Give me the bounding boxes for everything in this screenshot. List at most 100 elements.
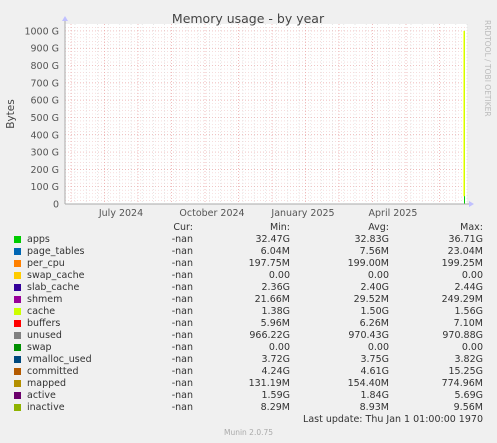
legend-row: mapped -nan 131.19M 154.40M 774.96M bbox=[0, 378, 497, 390]
legend-header-min: Min: bbox=[269, 222, 290, 233]
legend-header-max: Max: bbox=[460, 222, 483, 233]
legend-value-avg: 1.50G bbox=[360, 306, 389, 317]
legend-series-name: mapped bbox=[27, 378, 67, 389]
legend-value-avg: 8.93M bbox=[359, 402, 389, 413]
legend-value-avg: 1.84G bbox=[360, 390, 389, 401]
legend-value-cur: -nan bbox=[171, 318, 193, 329]
legend-row: shmem -nan 21.66M 29.52M 249.29M bbox=[0, 294, 497, 306]
legend-series-name: swap_cache bbox=[27, 270, 85, 281]
legend-value-avg: 970.43G bbox=[348, 330, 389, 341]
legend-value-min: 197.75M bbox=[248, 258, 290, 269]
legend-value-min: 32.47G bbox=[255, 234, 290, 245]
legend-series-name: vmalloc_used bbox=[27, 354, 92, 365]
legend-value-max: 0.00 bbox=[461, 270, 483, 281]
legend-row: inactive -nan 8.29M 8.93M 9.56M bbox=[0, 402, 497, 414]
legend-swatch bbox=[14, 356, 21, 363]
legend-row: apps -nan 32.47G 32.83G 36.71G bbox=[0, 234, 497, 246]
legend-swatch bbox=[14, 272, 21, 279]
legend-swatch bbox=[14, 320, 21, 327]
legend-series-name: swap bbox=[27, 342, 52, 353]
legend-row: active -nan 1.59G 1.84G 5.69G bbox=[0, 390, 497, 402]
legend-value-min: 21.66M bbox=[254, 294, 290, 305]
legend-row: unused -nan 966.22G 970.43G 970.88G bbox=[0, 330, 497, 342]
legend-swatch bbox=[14, 236, 21, 243]
legend-value-min: 0.00 bbox=[268, 342, 290, 353]
legend-row: cache -nan 1.38G 1.50G 1.56G bbox=[0, 306, 497, 318]
legend-row: committed -nan 4.24G 4.61G 15.25G bbox=[0, 366, 497, 378]
legend-series-name: unused bbox=[27, 330, 62, 341]
legend-swatch bbox=[14, 368, 21, 375]
legend-series-name: slab_cache bbox=[27, 282, 80, 293]
legend-value-avg: 32.83G bbox=[354, 234, 389, 245]
legend-value-cur: -nan bbox=[171, 246, 193, 257]
legend-swatch bbox=[14, 284, 21, 291]
legend-value-max: 199.25M bbox=[441, 258, 483, 269]
legend: Cur: Min: Avg: Max: apps -nan 32.47G 32.83G 36.7… bbox=[0, 0, 497, 443]
legend-value-cur: -nan bbox=[171, 234, 193, 245]
legend-value-max: 3.82G bbox=[454, 354, 483, 365]
legend-swatch bbox=[14, 296, 21, 303]
legend-series-name: buffers bbox=[27, 318, 61, 329]
legend-swatch bbox=[14, 380, 21, 387]
legend-value-min: 6.04M bbox=[260, 246, 290, 257]
legend-value-cur: -nan bbox=[171, 258, 193, 269]
legend-value-min: 2.36G bbox=[261, 282, 290, 293]
legend-value-min: 4.24G bbox=[261, 366, 290, 377]
legend-swatch bbox=[14, 332, 21, 339]
legend-series-name: cache bbox=[27, 306, 56, 317]
legend-value-cur: -nan bbox=[171, 282, 193, 293]
legend-value-avg: 0.00 bbox=[367, 342, 389, 353]
legend-value-min: 0.00 bbox=[268, 270, 290, 281]
legend-header-cur: Cur: bbox=[173, 222, 193, 233]
legend-swatch bbox=[14, 344, 21, 351]
legend-row: vmalloc_used -nan 3.72G 3.75G 3.82G bbox=[0, 354, 497, 366]
legend-value-max: 9.56M bbox=[453, 402, 483, 413]
legend-row: swap_cache -nan 0.00 0.00 0.00 bbox=[0, 270, 497, 282]
legend-value-max: 1.56G bbox=[454, 306, 483, 317]
legend-value-min: 8.29M bbox=[260, 402, 290, 413]
legend-value-min: 966.22G bbox=[249, 330, 290, 341]
legend-swatch bbox=[14, 392, 21, 399]
legend-swatch bbox=[14, 260, 21, 267]
legend-series-name: inactive bbox=[27, 402, 65, 413]
legend-value-min: 5.96M bbox=[260, 318, 290, 329]
legend-value-max: 774.96M bbox=[441, 378, 483, 389]
legend-swatch bbox=[14, 404, 21, 411]
munin-version: Munin 2.0.75 bbox=[223, 428, 274, 437]
legend-value-avg: 0.00 bbox=[367, 270, 389, 281]
legend-row: swap -nan 0.00 0.00 0.00 bbox=[0, 342, 497, 354]
legend-value-max: 0.00 bbox=[461, 342, 483, 353]
legend-value-avg: 4.61G bbox=[360, 366, 389, 377]
legend-value-cur: -nan bbox=[171, 342, 193, 353]
legend-row: page_tables -nan 6.04M 7.56M 23.04M bbox=[0, 246, 497, 258]
legend-value-cur: -nan bbox=[171, 306, 193, 317]
legend-value-cur: -nan bbox=[171, 366, 193, 377]
legend-value-avg: 3.75G bbox=[360, 354, 389, 365]
legend-value-cur: -nan bbox=[171, 354, 193, 365]
legend-swatch bbox=[14, 248, 21, 255]
legend-value-cur: -nan bbox=[171, 390, 193, 401]
legend-row: per_cpu -nan 197.75M 199.00M 199.25M bbox=[0, 258, 497, 270]
legend-value-avg: 199.00M bbox=[347, 258, 389, 269]
legend-value-avg: 29.52M bbox=[353, 294, 389, 305]
legend-value-min: 1.38G bbox=[261, 306, 290, 317]
legend-value-max: 36.71G bbox=[448, 234, 483, 245]
legend-value-avg: 2.40G bbox=[360, 282, 389, 293]
legend-value-max: 5.69G bbox=[454, 390, 483, 401]
legend-value-avg: 7.56M bbox=[359, 246, 389, 257]
legend-series-name: active bbox=[27, 390, 56, 401]
legend-row: buffers -nan 5.96M 6.26M 7.10M bbox=[0, 318, 497, 330]
legend-swatch bbox=[14, 308, 21, 315]
legend-value-cur: -nan bbox=[171, 378, 193, 389]
legend-value-avg: 154.40M bbox=[347, 378, 389, 389]
legend-value-min: 1.59G bbox=[261, 390, 290, 401]
legend-value-cur: -nan bbox=[171, 294, 193, 305]
legend-value-max: 970.88G bbox=[442, 330, 483, 341]
legend-value-max: 249.29M bbox=[441, 294, 483, 305]
legend-value-min: 3.72G bbox=[261, 354, 290, 365]
legend-value-max: 2.44G bbox=[454, 282, 483, 293]
legend-row: slab_cache -nan 2.36G 2.40G 2.44G bbox=[0, 282, 497, 294]
legend-series-name: apps bbox=[27, 234, 50, 245]
legend-value-min: 131.19M bbox=[248, 378, 290, 389]
last-update: Last update: Thu Jan 1 01:00:00 1970 bbox=[303, 414, 483, 425]
